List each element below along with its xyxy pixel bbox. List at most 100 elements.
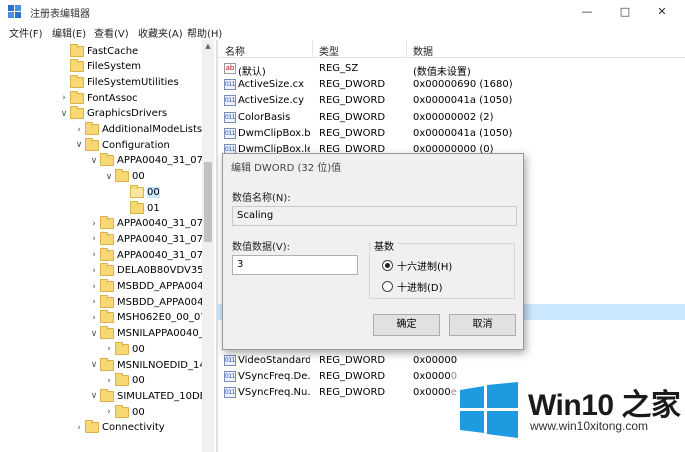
menu-view[interactable]: 查看(V) xyxy=(94,25,129,40)
tree-item[interactable]: › Connectivity xyxy=(73,420,165,436)
column-name-header[interactable]: 名称 xyxy=(225,43,245,58)
folder-icon xyxy=(100,310,114,324)
menu-help[interactable]: 帮助(H) xyxy=(187,25,222,40)
tree-item[interactable]: › MSBDD_APPA0040_ xyxy=(88,294,202,310)
maximize-icon[interactable]: □ xyxy=(615,4,635,20)
tree-item[interactable]: 01 xyxy=(118,200,160,216)
expand-arrow-icon[interactable]: › xyxy=(88,231,100,247)
tree-item[interactable]: › DELA0B80VDV353V xyxy=(88,263,202,279)
cancel-button[interactable]: 取消 xyxy=(449,314,516,336)
tree-item[interactable]: › MSH062E0_00_07DE xyxy=(88,310,202,326)
menu-file[interactable]: 文件(F) xyxy=(9,25,43,40)
folder-icon xyxy=(100,231,114,245)
registry-tree[interactable]: FastCache FileSystem FileSystemUtilities › F… xyxy=(0,40,202,452)
tree-item-label: APPA0040_31_07DA xyxy=(117,233,202,245)
tree-item[interactable]: FileSystemUtilities xyxy=(58,74,179,90)
ok-button[interactable]: 确定 xyxy=(373,314,440,336)
tree-item[interactable]: › FontAssoc xyxy=(58,90,138,106)
expand-arrow-icon[interactable]: › xyxy=(73,420,85,436)
value-row[interactable]: 011 ColorBasis REG_DWORD 0x00000002 (2) xyxy=(218,110,685,126)
collapse-arrow-icon[interactable]: ∨ xyxy=(73,137,85,153)
expand-arrow-icon[interactable]: › xyxy=(58,90,70,106)
value-data-input[interactable]: 3 xyxy=(232,255,358,275)
column-divider[interactable] xyxy=(406,40,407,58)
watermark-url: www.win10xitong.com xyxy=(530,419,649,433)
value-row[interactable]: ab (默认) REG_SZ (数值未设置) xyxy=(218,61,685,78)
tree-item[interactable]: FastCache xyxy=(58,43,138,59)
tree-item[interactable]: ∨ MSNILNOEDID_141 xyxy=(88,357,202,373)
column-type-header[interactable]: 类型 xyxy=(319,43,339,58)
folder-icon xyxy=(130,184,144,198)
value-row[interactable]: 011 VideoStandard REG_DWORD 0x00000 xyxy=(218,353,685,369)
collapse-arrow-icon[interactable]: ∨ xyxy=(58,106,70,122)
radio-hex-indicator[interactable] xyxy=(382,260,393,271)
base-label: 基数 xyxy=(371,238,397,253)
column-divider[interactable] xyxy=(312,40,313,58)
menu-edit[interactable]: 编辑(E) xyxy=(52,25,86,40)
tree-item[interactable]: ∨ 00 xyxy=(103,169,145,185)
column-data-header[interactable]: 数据 xyxy=(413,43,433,58)
value-name-field[interactable]: Scaling xyxy=(232,206,517,226)
dialog-title: 编辑 DWORD (32 位)值 xyxy=(231,163,342,174)
tree-item-label: FileSystem xyxy=(87,61,142,73)
tree-item[interactable]: ∨ GraphicsDrivers xyxy=(58,106,167,122)
value-row[interactable]: 011 ActiveSize.cx REG_DWORD 0x00000690 (168… xyxy=(218,77,685,93)
expand-arrow-icon[interactable]: › xyxy=(103,373,115,389)
value-row[interactable]: 011DwmClipBox.b... REG_DWORD 0x0000041a (1… xyxy=(218,126,685,142)
value-name-cell: VideoStandard xyxy=(238,354,310,366)
tree-item[interactable]: › APPA0040_31_07DA xyxy=(88,231,202,247)
scroll-thumb[interactable] xyxy=(204,162,212,242)
menu-favorites[interactable]: 收藏夹(A) xyxy=(138,25,183,40)
edit-dword-dialog: 编辑 DWORD (32 位)值 数值名称(N): Scaling 数值数据(V… xyxy=(222,153,524,350)
tree-item[interactable]: ∨ MSNILAPPA0040_31 xyxy=(88,326,202,342)
collapse-arrow-icon[interactable]: ∨ xyxy=(88,153,100,169)
expand-arrow-icon[interactable]: › xyxy=(73,122,85,138)
expand-arrow-icon[interactable]: › xyxy=(103,341,115,357)
value-type-cell: REG_DWORD xyxy=(319,370,386,382)
expand-arrow-icon[interactable]: › xyxy=(88,247,100,263)
value-type-cell: REG_DWORD xyxy=(319,127,386,139)
expand-arrow-icon[interactable]: › xyxy=(88,216,100,232)
tree-scrollbar[interactable]: ▲ xyxy=(202,40,214,452)
tree-item[interactable]: › 00 xyxy=(103,341,145,357)
value-data-label: 数值数据(V): xyxy=(232,242,291,253)
expand-arrow-icon[interactable]: › xyxy=(88,310,100,326)
close-icon[interactable]: ✕ xyxy=(652,4,672,20)
collapse-arrow-icon[interactable]: ∨ xyxy=(88,388,100,404)
tree-item[interactable]: ∨ Configuration xyxy=(73,137,170,153)
minimize-icon[interactable]: — xyxy=(577,4,597,20)
tree-item[interactable]: FileSystem xyxy=(58,59,141,75)
tree-item[interactable]: ∨ SIMULATED_10DE_0 xyxy=(88,388,202,404)
tree-item[interactable]: › AdditionalModeLists xyxy=(73,122,202,138)
binary-value-icon: 011 xyxy=(224,370,236,382)
tree-item-label: MSNILNOEDID_141 xyxy=(117,359,202,371)
expand-arrow-icon[interactable]: › xyxy=(88,294,100,310)
tree-item[interactable]: › APPA0040_31_07DA xyxy=(88,216,202,232)
tree-item[interactable]: › 00 xyxy=(103,373,145,389)
binary-value-icon: 011 xyxy=(224,354,236,366)
collapse-arrow-icon[interactable]: ∨ xyxy=(103,169,115,185)
radio-dec[interactable]: 十进制(D) xyxy=(382,279,443,294)
collapse-arrow-icon[interactable]: ∨ xyxy=(88,326,100,342)
tree-item[interactable]: › APPA0040_31_07DA xyxy=(88,247,202,263)
binary-value-icon: 011 xyxy=(224,79,236,91)
value-data-cell: 0x0000041a (1050) xyxy=(413,95,513,107)
radio-hex[interactable]: 十六进制(H) xyxy=(382,258,452,273)
tree-item[interactable]: ∨ APPA0040_31_07DA xyxy=(88,153,202,169)
menu-bar: 文件(F) 编辑(E) 查看(V) 收藏夹(A) 帮助(H) xyxy=(0,24,685,40)
tree-item[interactable]: 00 xyxy=(118,184,160,200)
expand-arrow-icon[interactable]: › xyxy=(103,404,115,420)
radio-hex-label: 十六进制(H) xyxy=(397,262,453,273)
tree-item-label: FontAssoc xyxy=(87,92,138,104)
expand-arrow-icon[interactable]: › xyxy=(88,263,100,279)
folder-icon xyxy=(70,43,84,57)
tree-item[interactable]: › 00 xyxy=(103,404,145,420)
folder-icon xyxy=(70,106,84,120)
value-row[interactable]: 011 ActiveSize.cy REG_DWORD 0x0000041a (105… xyxy=(218,93,685,109)
folder-icon xyxy=(100,263,114,277)
radio-dec-indicator[interactable] xyxy=(382,281,393,292)
expand-arrow-icon[interactable]: › xyxy=(88,279,100,295)
collapse-arrow-icon[interactable]: ∨ xyxy=(88,357,100,373)
tree-item[interactable]: › MSBDD_APPA0040_ xyxy=(88,279,202,295)
scroll-up-icon[interactable]: ▲ xyxy=(202,40,214,52)
